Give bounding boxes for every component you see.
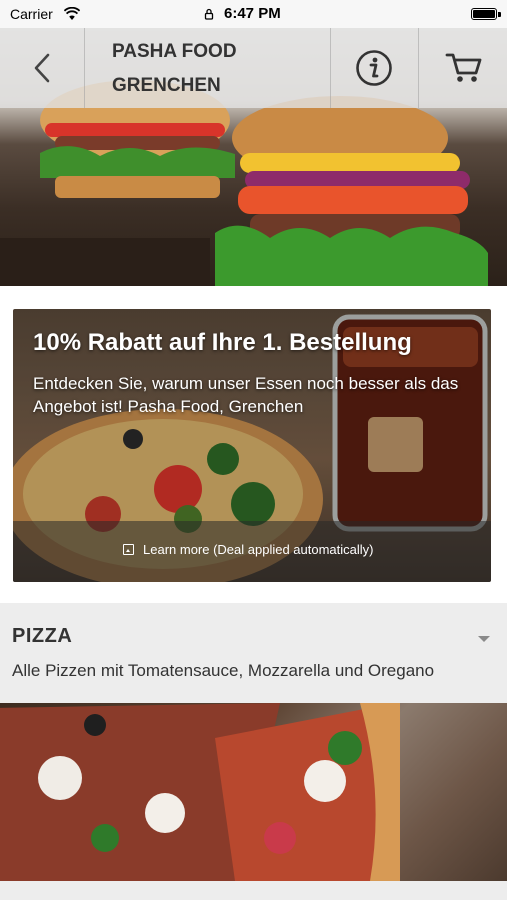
- pizza-photo: [0, 703, 400, 881]
- status-time: 6:47 PM: [224, 5, 281, 22]
- battery-icon: [471, 8, 497, 20]
- promo-card[interactable]: 10% Rabatt auf Ihre 1. Bestellung Entdec…: [13, 309, 491, 582]
- chevron-down-icon: [478, 636, 490, 642]
- title-line-1: PASHA FOOD: [112, 41, 237, 62]
- rotation-lock-icon: [204, 8, 214, 20]
- promo-description: Entdecken Sie, warum unser Essen noch be…: [33, 374, 459, 416]
- carrier-label: Carrier: [10, 6, 53, 22]
- cart-button[interactable]: [420, 28, 507, 108]
- wifi-icon: [64, 7, 80, 20]
- nav-header: PASHA FOOD GRENCHEN: [0, 28, 507, 108]
- pizza-image: [0, 703, 507, 881]
- category-pizza[interactable]: PIZZA Alle Pizzen mit Tomatensauce, Mozz…: [0, 603, 507, 703]
- category-title: PIZZA: [12, 625, 73, 647]
- learn-more-bar: Learn more (Deal applied automatically): [13, 521, 491, 582]
- status-bar: Carrier 6:47 PM: [0, 0, 507, 28]
- image-icon: [123, 544, 134, 555]
- hero-image: PASHA FOOD GRENCHEN: [0, 28, 507, 286]
- chevron-left-icon: [34, 53, 50, 83]
- info-button[interactable]: [330, 28, 418, 108]
- restaurant-title: PASHA FOOD GRENCHEN: [112, 35, 312, 103]
- cart-icon: [445, 53, 481, 82]
- title-line-2: GRENCHEN: [112, 75, 221, 96]
- battery-tip: [498, 12, 501, 17]
- promo-title: 10% Rabatt auf Ihre 1. Bestellung: [33, 329, 412, 356]
- learn-more-link[interactable]: Learn more (Deal applied automatically): [123, 542, 374, 557]
- category-description: Alle Pizzen mit Tomatensauce, Mozzarella…: [12, 661, 435, 680]
- learn-more-label: Learn more (Deal applied automatically): [143, 542, 374, 557]
- next-category-strip[interactable]: [0, 881, 507, 900]
- info-icon: [356, 50, 392, 86]
- back-button[interactable]: [0, 28, 84, 108]
